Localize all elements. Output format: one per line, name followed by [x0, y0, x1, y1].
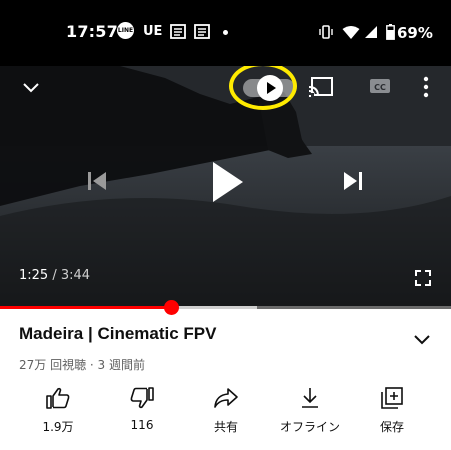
dislike-button[interactable]: 116 — [102, 386, 182, 432]
action-bar: 1.9万 116 共有 オフライン 保存 — [0, 386, 451, 446]
save-button[interactable]: 保存 — [352, 386, 432, 435]
status-bar: 17:57 LINE UE 69% — [0, 0, 451, 66]
play-icon[interactable] — [209, 160, 245, 208]
news-icon — [170, 24, 186, 43]
news-icon — [194, 24, 210, 43]
like-button[interactable]: 1.9万 — [18, 386, 98, 435]
video-player[interactable]: CC 1:25 / 3:44 — [0, 66, 451, 308]
like-count: 1.9万 — [42, 420, 74, 434]
next-video-icon[interactable] — [342, 170, 364, 196]
expand-description-icon[interactable] — [413, 330, 431, 349]
share-icon — [214, 388, 238, 408]
more-options-icon[interactable] — [423, 76, 429, 102]
current-time: 1:25 — [19, 268, 49, 283]
line-app-icon: LINE — [117, 22, 134, 39]
download-label: オフライン — [279, 420, 340, 434]
thumbs-down-icon — [130, 387, 154, 409]
vibrate-icon — [318, 24, 334, 43]
wifi-icon — [342, 25, 360, 44]
battery-percent: 69% — [397, 24, 433, 42]
ue-app-label: UE — [143, 24, 163, 39]
battery-icon — [386, 24, 395, 44]
share-label: 共有 — [213, 420, 238, 434]
video-meta: 27万 回視聴 · 3 週間前 — [19, 358, 145, 372]
progress-played — [0, 306, 172, 309]
previous-video-icon[interactable] — [86, 170, 108, 196]
captions-icon[interactable]: CC — [369, 78, 391, 98]
thumbs-up-icon — [46, 387, 70, 409]
download-button[interactable]: オフライン — [270, 386, 350, 435]
cellular-signal-icon — [364, 24, 378, 43]
notification-dot-icon — [223, 30, 228, 35]
download-icon — [302, 388, 318, 408]
status-time: 17:57 — [66, 22, 118, 41]
time-separator: / — [48, 268, 61, 283]
video-title[interactable]: Madeira | Cinematic FPV — [19, 324, 216, 344]
time-display: 1:25 / 3:44 — [19, 268, 90, 283]
share-button[interactable]: 共有 — [186, 386, 266, 435]
fullscreen-icon[interactable] — [415, 270, 431, 290]
progress-scrubber[interactable] — [164, 300, 180, 315]
save-label: 保存 — [379, 420, 404, 434]
svg-text:CC: CC — [374, 83, 386, 92]
duration: 3:44 — [60, 268, 91, 283]
add-to-playlist-icon — [381, 387, 403, 409]
dislike-count: 116 — [130, 418, 154, 432]
collapse-chevron-icon[interactable] — [22, 78, 40, 97]
cast-icon[interactable] — [308, 76, 334, 102]
